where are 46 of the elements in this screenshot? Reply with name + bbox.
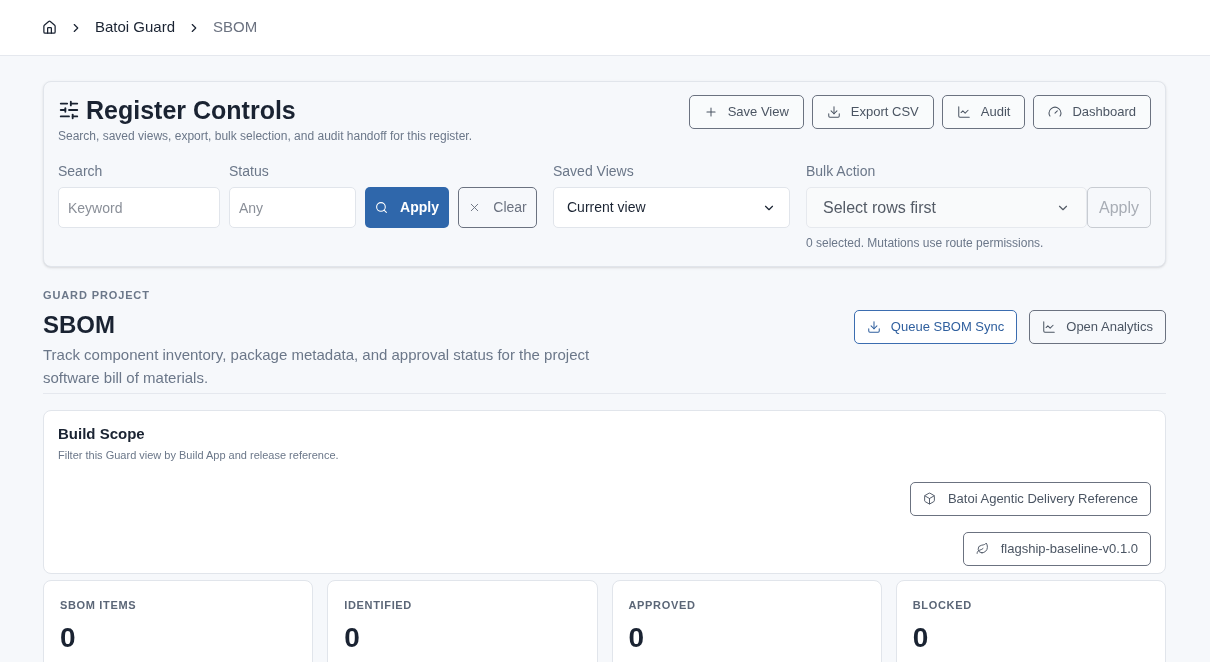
stat-label: SBOM ITEMS (60, 597, 138, 613)
breadcrumb-link[interactable]: SBOM (213, 16, 258, 39)
stat-value: 0 (628, 621, 646, 655)
saved-views-dropdown[interactable]: Current view (553, 187, 790, 228)
search-icon (375, 201, 389, 214)
bulk-note: 0 selected. Mutations use route permissions. (806, 235, 1045, 252)
line-chart-icon (956, 105, 971, 119)
card-title: Build Scope (58, 423, 146, 444)
stat-value: 0 (912, 621, 930, 655)
stat-label: BLOCKED (912, 597, 973, 613)
sliders-icon (58, 99, 80, 121)
page-description: Track component inventory, package metadata, and approval status for the project software bill of materials. (43, 344, 591, 388)
scope-chip[interactable]: Batoi Agentic Delivery Reference (909, 481, 1151, 516)
toolbar-button[interactable]: Save View (688, 95, 804, 129)
leaf-icon (975, 542, 989, 555)
toolbar-button[interactable]: Dashboard (1033, 95, 1151, 129)
page-title: SBOM (43, 309, 116, 340)
download-icon (866, 320, 881, 334)
plus-icon (703, 105, 718, 119)
field-label: Search (58, 162, 104, 181)
toolbar-button[interactable]: Export CSV (811, 95, 934, 129)
page-action-button[interactable]: Queue SBOM Sync (853, 310, 1018, 344)
gauge-icon (1048, 105, 1063, 119)
panel-subtitle: Search, saved views, export, bulk selection, and audit handoff for this register. (58, 128, 472, 145)
apply-button[interactable]: Apply (365, 187, 449, 228)
download-icon (826, 105, 841, 119)
field-label: Saved Views (553, 162, 635, 181)
line-chart-icon (1042, 320, 1057, 334)
stat-value: 0 (344, 621, 361, 655)
field-label: Bulk Action (806, 162, 877, 181)
toolbar-button[interactable]: Audit (941, 95, 1026, 129)
page-action-button[interactable]: Open Analytics (1029, 310, 1166, 344)
clear-button[interactable]: Clear (458, 187, 537, 228)
status-field[interactable]: Any (229, 187, 356, 228)
field-label: Status (229, 162, 270, 181)
card-subtitle: Filter this Guard view by Build App and release reference. (58, 448, 340, 463)
eyebrow-label: GUARD PROJECT (43, 288, 151, 303)
breadcrumb-link[interactable]: Batoi Guard (95, 16, 176, 39)
search-field[interactable]: Keyword (58, 187, 220, 228)
home-icon[interactable] (42, 20, 57, 35)
scope-chip[interactable]: flagship-baseline-v0.1.0 (962, 531, 1151, 566)
panel-title: Register Controls (86, 95, 296, 126)
stat-label: IDENTIFIED (344, 597, 413, 613)
stat-label: APPROVED (628, 597, 697, 613)
cube-icon (922, 492, 936, 505)
stat-value: 0 (60, 621, 77, 655)
